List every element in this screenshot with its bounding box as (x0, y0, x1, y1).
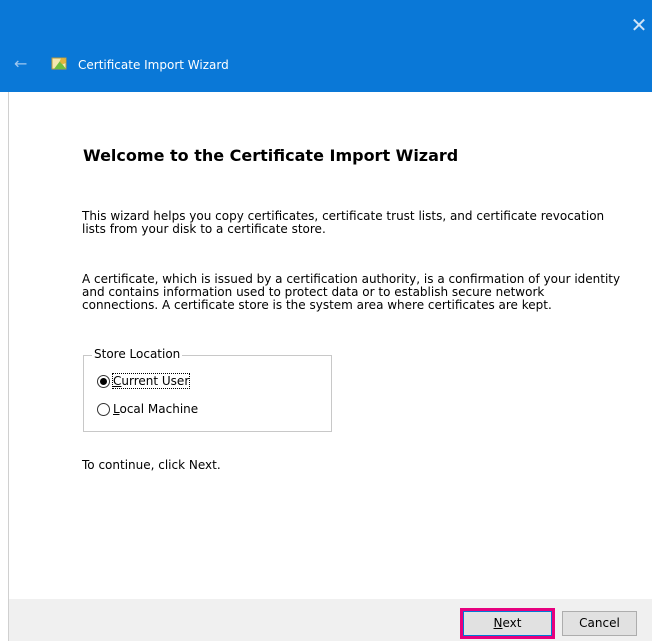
title-bar (0, 0, 652, 92)
window-title: Certificate Import Wizard (78, 58, 229, 72)
current-user-label[interactable]: Current User (111, 373, 191, 389)
store-location-legend: Store Location (92, 347, 183, 361)
store-location-group (83, 355, 332, 432)
continue-instruction: To continue, click Next. (82, 458, 221, 472)
cancel-button[interactable]: Cancel (562, 611, 637, 636)
page-title: Welcome to the Certificate Import Wizard (83, 146, 459, 165)
next-button[interactable]: Next (463, 611, 552, 636)
current-user-option[interactable]: Current User (97, 373, 191, 389)
wizard-content (8, 92, 652, 599)
close-icon[interactable]: ✕ (630, 15, 648, 35)
local-machine-label[interactable]: Local Machine (113, 402, 198, 416)
certificate-wizard-icon (51, 57, 67, 70)
local-machine-radio[interactable] (97, 402, 110, 416)
back-arrow-icon[interactable]: ← (14, 56, 27, 72)
certificate-description: A certificate, which is issued by a cert… (82, 272, 621, 312)
intro-paragraph: This wizard helps you copy certificates,… (82, 209, 605, 236)
button-bar (8, 599, 652, 641)
current-user-radio[interactable] (97, 374, 110, 388)
local-machine-option[interactable]: Local Machine (97, 401, 198, 417)
